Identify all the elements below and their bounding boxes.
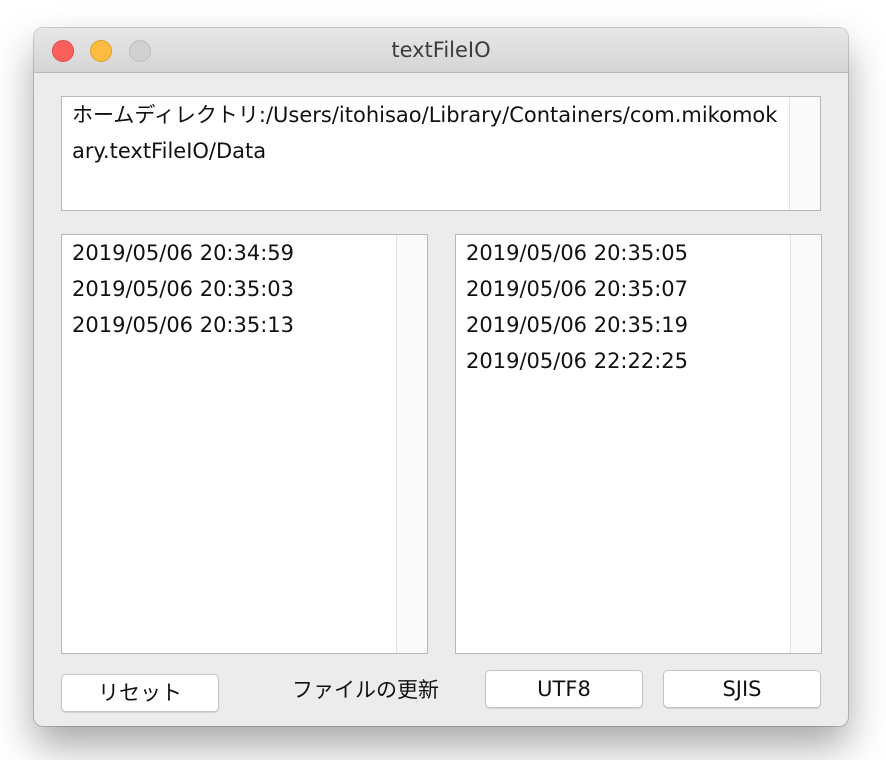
sjis-button[interactable]: SJIS [663, 670, 821, 708]
home-directory-text: ホームディレクトリ:/Users/itohisao/Library/Contai… [72, 103, 778, 163]
textarea-scrollbar[interactable] [789, 97, 820, 210]
right-list-scrollbar[interactable] [790, 235, 821, 653]
list-item[interactable]: 2019/05/06 20:35:03 [72, 271, 391, 307]
left-file-list[interactable]: 2019/05/06 20:34:59 2019/05/06 20:35:03 … [61, 234, 428, 654]
list-item[interactable]: 2019/05/06 20:35:05 [466, 235, 785, 271]
utf8-button[interactable]: UTF8 [485, 670, 643, 708]
reset-button[interactable]: リセット [61, 674, 219, 712]
list-item[interactable]: 2019/05/06 20:35:07 [466, 271, 785, 307]
app-window: textFileIO ホームディレクトリ:/Users/itohisao/Lib… [34, 28, 848, 726]
list-item[interactable]: 2019/05/06 20:35:19 [466, 307, 785, 343]
left-list-scrollbar[interactable] [396, 235, 427, 653]
list-item[interactable]: 2019/05/06 22:22:25 [466, 343, 785, 379]
list-item[interactable]: 2019/05/06 20:34:59 [72, 235, 391, 271]
update-file-label: ファイルの更新 [292, 678, 439, 702]
list-item[interactable]: 2019/05/06 20:35:13 [72, 307, 391, 343]
title-bar[interactable]: textFileIO [34, 28, 848, 73]
window-title: textFileIO [391, 38, 491, 62]
home-directory-textarea[interactable]: ホームディレクトリ:/Users/itohisao/Library/Contai… [61, 96, 821, 211]
right-file-list[interactable]: 2019/05/06 20:35:05 2019/05/06 20:35:07 … [455, 234, 822, 654]
